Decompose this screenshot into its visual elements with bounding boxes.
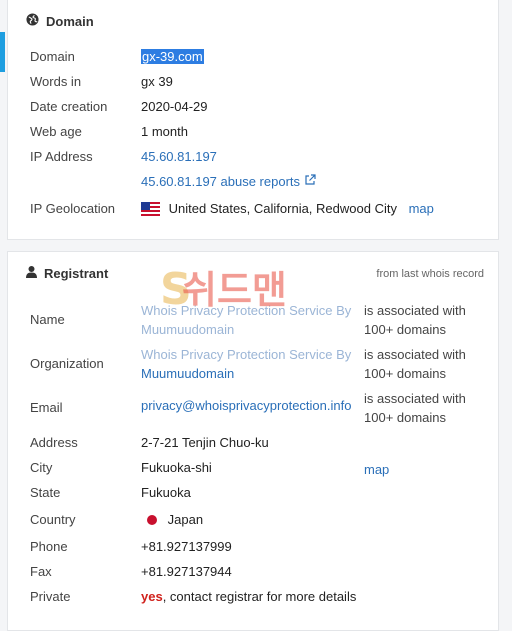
active-section-indicator xyxy=(0,32,5,72)
email-assoc-line1: is associated with xyxy=(364,391,466,406)
domain-title-text: Domain xyxy=(46,13,94,29)
date-creation-value: 2020-04-29 xyxy=(141,99,208,114)
japan-flag-icon xyxy=(147,515,157,525)
fax-label: Fax xyxy=(30,564,52,579)
email-label: Email xyxy=(30,400,63,415)
country-value: Japan xyxy=(167,512,204,527)
city-value: Fukuoka-shi xyxy=(141,460,212,475)
watermark-logo: S 쉬드맨 xyxy=(158,263,348,315)
private-label: Private xyxy=(30,589,71,604)
address-value: 2-7-21 Tenjin Chuo-ku xyxy=(141,435,269,450)
registrant-card-title: Registrant xyxy=(26,266,108,281)
city-label: City xyxy=(30,460,53,475)
us-flag-icon xyxy=(141,202,160,219)
ip-address-label: IP Address xyxy=(30,149,93,164)
last-whois-note: from last whois record xyxy=(376,268,484,280)
date-creation-label: Date creation xyxy=(30,99,108,114)
ip-address-link[interactable]: 45.60.81.197 xyxy=(141,149,217,164)
ip-geolocation-value: United States, California, Redwood City xyxy=(168,201,397,216)
organization-label: Organization xyxy=(30,356,104,371)
words-label: Words in xyxy=(30,74,82,89)
user-icon xyxy=(26,266,37,281)
state-label: State xyxy=(30,485,61,500)
organization-assoc-line1: is associated with xyxy=(364,347,466,362)
private-rest: , contact registrar for more details xyxy=(162,589,357,604)
address-label: Address xyxy=(30,435,78,450)
phone-value: +81.927137999 xyxy=(141,539,232,554)
name-label: Name xyxy=(30,312,65,327)
web-age-label: Web age xyxy=(30,124,82,139)
fax-value: +81.927137944 xyxy=(141,564,232,579)
ip-geolocation-label: IP Geolocation xyxy=(30,201,116,216)
external-link-icon[interactable] xyxy=(304,174,316,189)
abuse-reports-link[interactable]: 45.60.81.197 abuse reports xyxy=(141,174,316,189)
geolocation-map-link[interactable]: map xyxy=(409,201,434,216)
registrant-title-text: Registrant xyxy=(44,266,109,281)
domain-card-title: Domain xyxy=(26,13,94,29)
private-value: yes, contact registrar for more details xyxy=(141,589,356,604)
abuse-reports-text[interactable]: 45.60.81.197 abuse reports xyxy=(141,174,300,189)
organization-value[interactable]: Whois Privacy Protection Service By Muum… xyxy=(141,345,351,383)
organization-association: is associated with 100+ domains xyxy=(364,345,466,383)
name-value-line2[interactable]: Muumuudomain xyxy=(141,322,234,337)
phone-label: Phone xyxy=(30,539,68,554)
name-assoc-line2: 100+ domains xyxy=(364,322,447,337)
email-association: is associated with 100+ domains xyxy=(364,389,466,427)
private-yes: yes xyxy=(141,589,163,604)
globe-icon xyxy=(26,13,39,29)
state-value: Fukuoka xyxy=(141,485,191,500)
domain-value[interactable]: gx-39.com xyxy=(141,49,204,64)
web-age-value: 1 month xyxy=(141,124,188,139)
organization-value-line2[interactable]: Muumuudomain xyxy=(141,366,234,381)
domain-label: Domain xyxy=(30,49,75,64)
ip-geolocation-value-group: United States, California, Redwood City … xyxy=(141,201,434,219)
email-assoc-line2: 100+ domains xyxy=(364,410,447,425)
email-link[interactable]: privacy@whoisprivacyprotection.info xyxy=(141,398,351,413)
organization-value-line1[interactable]: Whois Privacy Protection Service By xyxy=(141,347,351,362)
country-label: Country xyxy=(30,512,76,527)
city-map-link[interactable]: map xyxy=(364,460,389,479)
name-assoc-line1: is associated with xyxy=(364,303,466,318)
domain-card: Domain Domain gx-39.com Words in gx 39 D… xyxy=(7,0,499,240)
watermark-text: 쉬드맨 xyxy=(182,268,287,312)
words-value: gx 39 xyxy=(141,74,173,89)
country-value-group: Japan xyxy=(141,512,203,527)
organization-assoc-line2: 100+ domains xyxy=(364,366,447,381)
name-association: is associated with 100+ domains xyxy=(364,301,466,339)
